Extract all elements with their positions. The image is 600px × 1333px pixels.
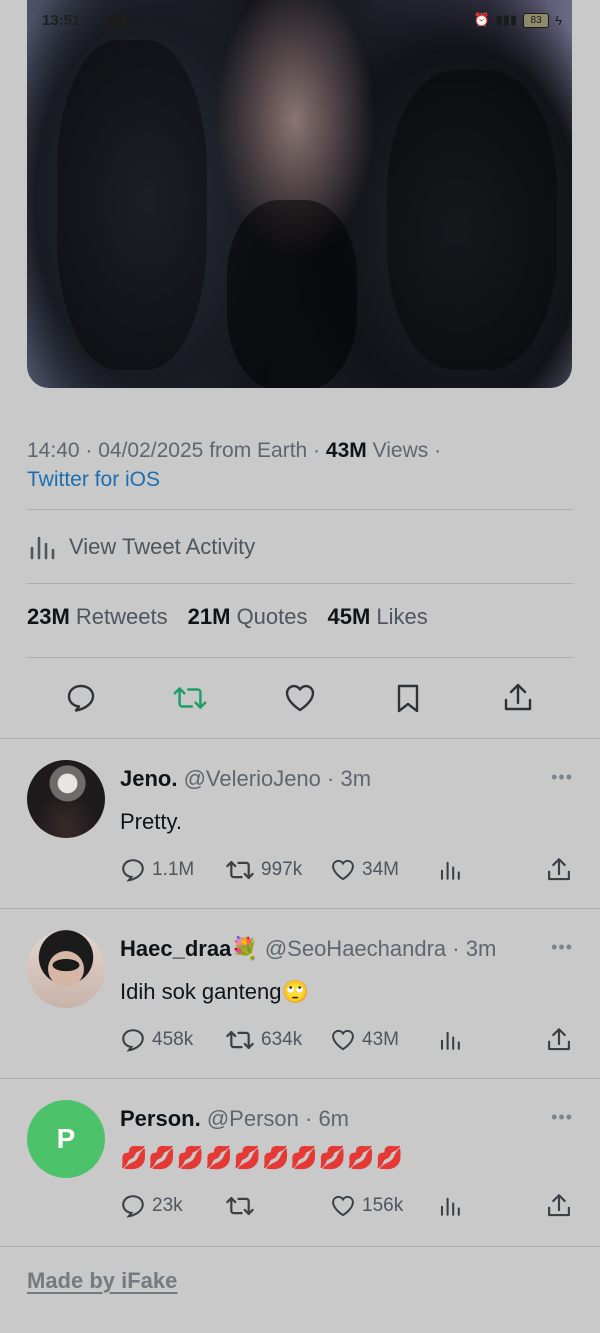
reply-action-bar: 1.1M 997k 34M <box>120 855 575 885</box>
reply-tweet[interactable]: P Person. @Person · 6m ••• 💋💋💋💋💋💋💋💋💋💋 23… <box>0 1079 600 1246</box>
reply-author-handle[interactable]: @Person <box>207 1106 299 1131</box>
reply-time: 3m <box>340 766 372 791</box>
heart-icon <box>332 859 354 881</box>
quotes-stat[interactable]: 21M Quotes <box>188 604 308 630</box>
avatar[interactable] <box>27 930 105 1008</box>
bookmark-button[interactable] <box>390 680 426 716</box>
analytics-button[interactable] <box>438 855 462 885</box>
reply-tweet[interactable]: Haec_draa💐 @SeoHaechandra · 3m ••• Idih … <box>0 909 600 1079</box>
retweet-icon <box>173 687 207 709</box>
reply-action-bar: 23k 156k <box>120 1191 575 1221</box>
share-button[interactable] <box>545 1025 573 1055</box>
reply-text: Pretty. <box>120 809 182 834</box>
heart-icon <box>332 1195 354 1217</box>
retweet-button[interactable] <box>225 1191 261 1221</box>
reply-icon <box>122 1029 144 1052</box>
bookmark-icon <box>397 684 419 713</box>
tweet-location: from Earth <box>209 439 308 462</box>
analytics-button[interactable] <box>438 1191 462 1221</box>
reply-icon <box>122 1195 144 1218</box>
heart-icon <box>332 1029 354 1051</box>
divider <box>27 583 573 584</box>
retweet-icon <box>226 1197 254 1216</box>
analytics-icon <box>440 861 460 880</box>
like-button[interactable]: 34M <box>330 855 399 885</box>
tweet-action-bar <box>0 680 600 716</box>
share-icon <box>548 1028 570 1051</box>
tweet-time: 14:40 <box>27 439 80 462</box>
screen-record-icon <box>105 15 125 28</box>
reply-text: Idih sok ganteng🙄 <box>120 979 309 1004</box>
reply-author-handle[interactable]: @VelerioJeno <box>184 766 321 791</box>
share-button[interactable] <box>545 1191 573 1221</box>
reply-tweet[interactable]: Jeno. @VelerioJeno · 3m ••• Pretty. 1.1M… <box>0 739 600 909</box>
retweet-button[interactable] <box>172 680 208 716</box>
battery-icon: 83 <box>523 12 550 28</box>
reply-time: 6m <box>318 1106 349 1131</box>
share-icon <box>504 683 532 711</box>
reply-icon <box>122 859 144 882</box>
divider <box>27 509 573 510</box>
share-button[interactable] <box>545 855 573 885</box>
tweet-client-link[interactable]: Twitter for iOS <box>27 468 160 491</box>
reply-button[interactable]: 23k <box>120 1191 183 1221</box>
signal-icon: ▮▮▮ <box>495 12 518 27</box>
analytics-icon <box>440 1197 460 1216</box>
retweet-button[interactable]: 634k <box>225 1025 302 1055</box>
reply-icon <box>67 684 95 712</box>
share-button[interactable] <box>500 680 536 716</box>
tweet-meta: 14:40 · 04/02/2025 from Earth · 43M View… <box>27 439 442 491</box>
reply-time: 3m <box>465 936 497 961</box>
alarm-icon: ⏰ <box>473 12 490 27</box>
status-time: 13:51 <box>42 12 81 29</box>
analytics-button[interactable] <box>438 1025 462 1055</box>
more-options-icon[interactable]: ••• <box>551 1107 573 1128</box>
tweet-date: 04/02/2025 <box>98 439 204 462</box>
avatar[interactable]: P <box>27 1100 105 1178</box>
view-tweet-activity-button[interactable]: View Tweet Activity <box>27 530 255 564</box>
tweet-media-image[interactable] <box>27 0 572 388</box>
reply-author-handle[interactable]: @SeoHaechandra <box>265 936 446 961</box>
more-options-icon[interactable]: ••• <box>551 767 573 788</box>
likes-stat[interactable]: 45M Likes <box>328 604 428 630</box>
reply-action-bar: 458k 634k 43M <box>120 1025 575 1055</box>
reply-button[interactable] <box>63 680 99 716</box>
reply-text: 💋💋💋💋💋💋💋💋💋💋 <box>120 1145 404 1170</box>
divider <box>0 1246 600 1247</box>
views-count: 43M <box>325 439 367 462</box>
divider <box>27 657 573 658</box>
status-bar: 13:51 ⏰ ▮▮▮ 83 ϟ <box>0 6 600 32</box>
share-icon <box>548 858 570 881</box>
made-by-link[interactable]: Made by iFake <box>27 1268 177 1294</box>
retweet-icon <box>226 1031 254 1050</box>
reply-button[interactable]: 1.1M <box>120 855 194 885</box>
like-button[interactable] <box>282 680 318 716</box>
reply-author-name[interactable]: Jeno. <box>120 766 177 791</box>
reply-author-name[interactable]: Haec_draa💐 <box>120 936 259 961</box>
analytics-icon <box>440 1031 460 1050</box>
retweet-button[interactable]: 997k <box>225 855 302 885</box>
view-tweet-activity-label: View Tweet Activity <box>69 534 256 559</box>
more-options-icon[interactable]: ••• <box>551 937 573 958</box>
retweets-stat[interactable]: 23M Retweets <box>27 604 168 630</box>
charging-icon: ϟ <box>555 12 562 28</box>
reply-button[interactable]: 458k <box>120 1025 193 1055</box>
views-label: Views <box>372 439 429 462</box>
retweet-icon <box>226 861 254 879</box>
tweet-stats: 23M Retweets 21M Quotes 45M Likes <box>27 604 428 630</box>
heart-icon <box>285 684 315 712</box>
analytics-icon <box>30 536 55 560</box>
reply-author-name[interactable]: Person. <box>120 1106 201 1131</box>
like-button[interactable]: 43M <box>330 1025 399 1055</box>
share-icon <box>548 1194 570 1217</box>
avatar[interactable] <box>27 760 105 838</box>
like-button[interactable]: 156k <box>330 1191 403 1221</box>
